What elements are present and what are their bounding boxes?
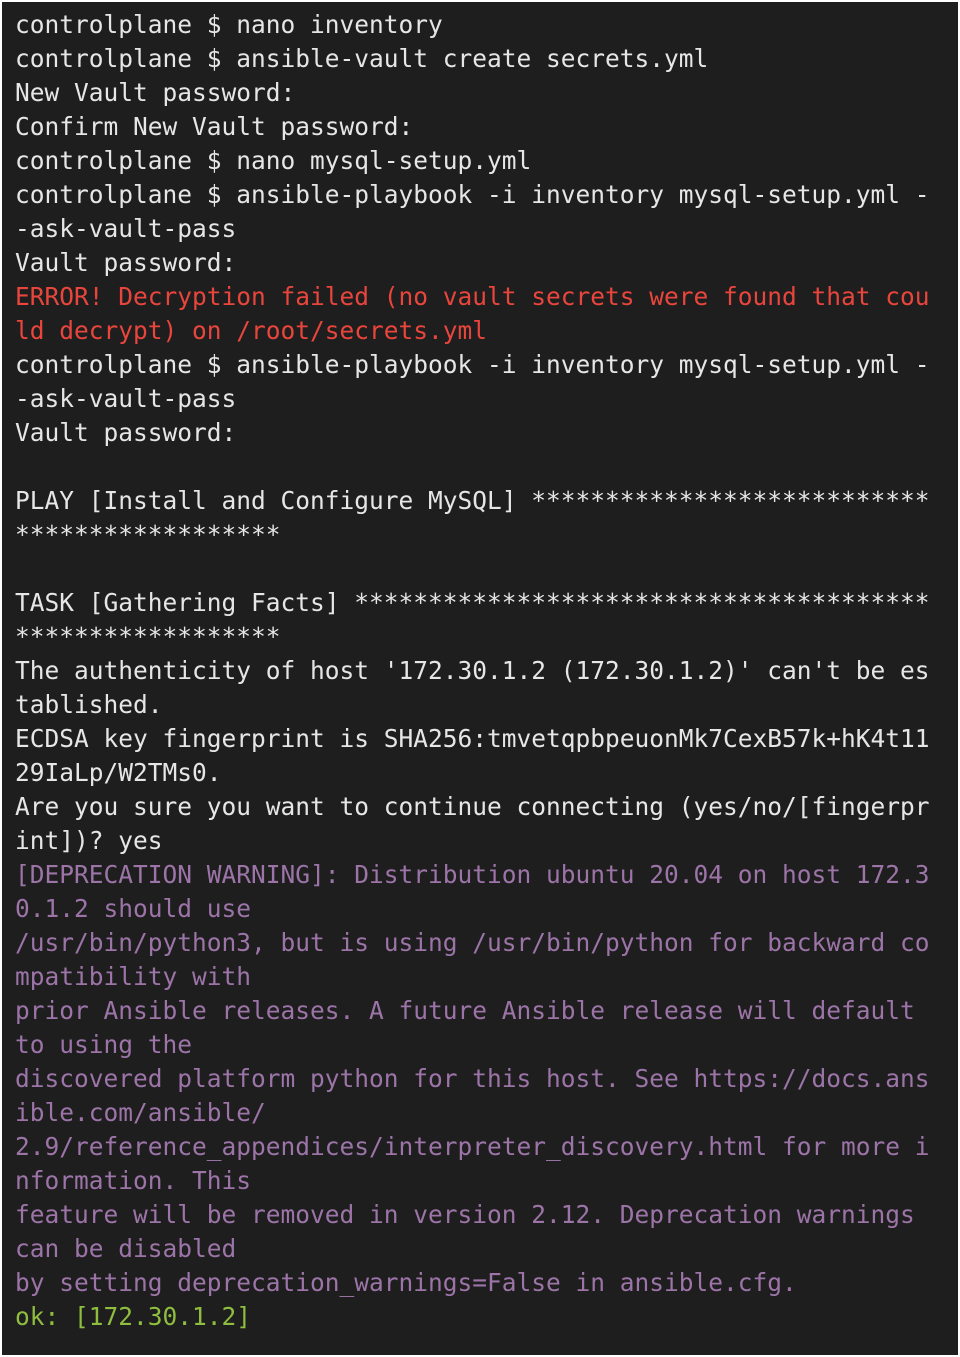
deprecation-warning-line: by setting deprecation_warnings=False in… xyxy=(15,1268,797,1297)
terminal-window[interactable]: controlplane $ nano inventory controlplan… xyxy=(2,2,958,1355)
error-line: ERROR! Decryption failed (no vault secre… xyxy=(15,282,930,311)
output-line: TASK [Gathering Facts] *****************… xyxy=(15,588,930,617)
output-line: -ask-vault-pass xyxy=(15,214,237,243)
deprecation-warning-line: nformation. This xyxy=(15,1166,252,1195)
deprecation-warning-line: 2.9/reference_appendices/interpreter_dis… xyxy=(15,1132,930,1161)
output-line: Vault password: xyxy=(15,248,237,277)
output-line: 29IaLp/W2TMs0. xyxy=(15,758,222,787)
deprecation-warning-line: to using the xyxy=(15,1030,193,1059)
deprecation-warning-line: /usr/bin/python3, but is using /usr/bin/… xyxy=(15,928,930,957)
output-line: New Vault password: xyxy=(15,78,296,107)
command-line: controlplane $ ansible-vault create secr… xyxy=(15,44,709,73)
deprecation-warning-line: ible.com/ansible/ xyxy=(15,1098,266,1127)
deprecation-warning-line: discovered platform python for this host… xyxy=(15,1064,930,1093)
command-line: controlplane $ nano mysql-setup.yml xyxy=(15,146,532,175)
output-line: -ask-vault-pass xyxy=(15,384,237,413)
deprecation-warning-line: feature will be removed in version 2.12.… xyxy=(15,1200,915,1229)
output-line: int])? yes xyxy=(15,826,163,855)
output-line: PLAY [Install and Configure MySQL] *****… xyxy=(15,486,930,515)
deprecation-warning-line: prior Ansible releases. A future Ansible… xyxy=(15,996,915,1025)
error-line: ld decrypt) on /root/secrets.yml xyxy=(15,316,488,345)
output-line: ****************** xyxy=(15,520,281,549)
output-line: ****************** xyxy=(15,622,281,651)
output-line: tablished. xyxy=(15,690,163,719)
deprecation-warning-line: [DEPRECATION WARNING]: Distribution ubun… xyxy=(15,860,930,889)
ok-status-line: ok: [172.30.1.2] xyxy=(15,1302,252,1331)
command-line: controlplane $ nano inventory xyxy=(15,10,443,39)
output-line: Vault password: xyxy=(15,418,237,447)
output-line: ECDSA key fingerprint is SHA256:tmvetqpb… xyxy=(15,724,930,753)
command-line: controlplane $ ansible-playbook -i inven… xyxy=(15,350,930,379)
output-line: The authenticity of host '172.30.1.2 (17… xyxy=(15,656,930,685)
output-line: Confirm New Vault password: xyxy=(15,112,414,141)
deprecation-warning-line: mpatibility with xyxy=(15,962,252,991)
command-line: controlplane $ ansible-playbook -i inven… xyxy=(15,180,930,209)
deprecation-warning-line: can be disabled xyxy=(15,1234,237,1263)
deprecation-warning-line: 0.1.2 should use xyxy=(15,894,252,923)
output-line: Are you sure you want to continue connec… xyxy=(15,792,930,821)
